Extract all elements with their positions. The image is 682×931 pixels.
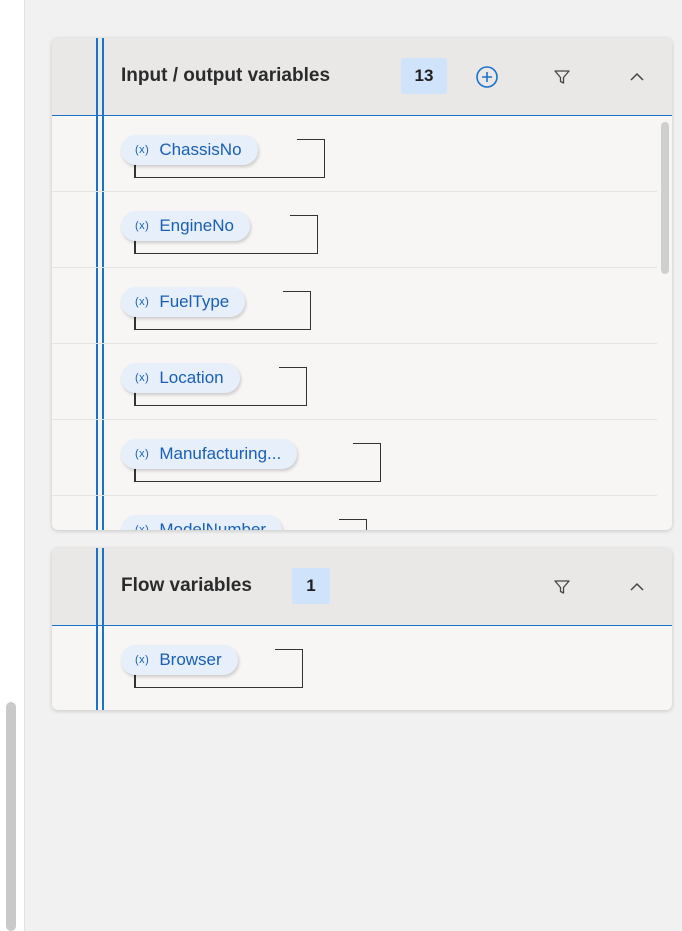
variable-name: ChassisNo [159,140,242,159]
variable-chip[interactable]: (x) Manufacturing... [121,439,298,469]
variable-chip[interactable]: (x) ChassisNo [121,135,258,165]
variable-icon: (x) [135,220,150,232]
variable-row[interactable]: (x) EngineNo [52,192,657,268]
variable-row[interactable]: (x) ModelNumber [52,496,657,530]
collapse-button[interactable] [624,64,650,90]
filter-button[interactable] [549,574,575,600]
variable-chip[interactable]: (x) ModelNumber [121,515,283,530]
variable-icon: (x) [135,372,150,384]
variable-list: (x) Browser [52,626,672,710]
variable-list-scrollbar[interactable] [657,116,672,530]
variable-name: EngineNo [159,216,234,235]
add-variable-button[interactable] [474,64,500,90]
flow-variables-panel: Flow variables 1 (x) Browser [52,548,672,710]
variable-icon: (x) [135,144,150,156]
filter-button[interactable] [549,64,575,90]
variable-icon: (x) [135,654,150,666]
variable-icon: (x) [135,524,150,530]
variable-row[interactable]: (x) Manufacturing... [52,420,657,496]
variable-row[interactable]: (x) Location [52,344,657,420]
variable-count-badge: 13 [401,58,447,94]
left-pane-scrollbar[interactable] [6,702,16,931]
variable-name: Location [159,368,224,387]
variable-count-badge: 1 [292,568,330,604]
variable-chip[interactable]: (x) FuelType [121,287,246,317]
panel-title: Flow variables [121,575,252,596]
filter-icon [554,580,570,594]
variable-icon: (x) [135,296,150,308]
chevron-up-icon [630,582,644,591]
left-pane [0,0,25,931]
variable-icon: (x) [135,448,150,460]
collapse-button[interactable] [624,574,650,600]
variable-chip[interactable]: (x) EngineNo [121,211,250,241]
panel-title: Input / output variables [121,65,331,86]
variable-name: Browser [159,650,222,669]
variable-name: Manufacturing... [159,444,282,463]
add-circle-icon [476,66,498,88]
variable-row[interactable]: (x) ChassisNo [52,116,657,192]
variable-name: FuelType [159,292,230,311]
chevron-up-icon [630,72,644,81]
filter-icon [554,70,570,84]
variable-row[interactable]: (x) Browser [52,626,657,701]
variable-list: (x) ChassisNo (x) EngineNo (x) FuelType [52,116,672,530]
input-output-variables-header[interactable]: Input / output variables 13 [52,38,672,116]
variable-chip[interactable]: (x) Location [121,363,240,393]
input-output-variables-panel: Input / output variables 13 (x) ChassisN… [52,38,672,530]
scrollbar-thumb[interactable] [661,122,669,274]
flow-variables-header[interactable]: Flow variables 1 [52,548,672,626]
variable-chip[interactable]: (x) Browser [121,645,238,675]
variable-name: ModelNumber [159,520,267,530]
variable-row[interactable]: (x) FuelType [52,268,657,344]
